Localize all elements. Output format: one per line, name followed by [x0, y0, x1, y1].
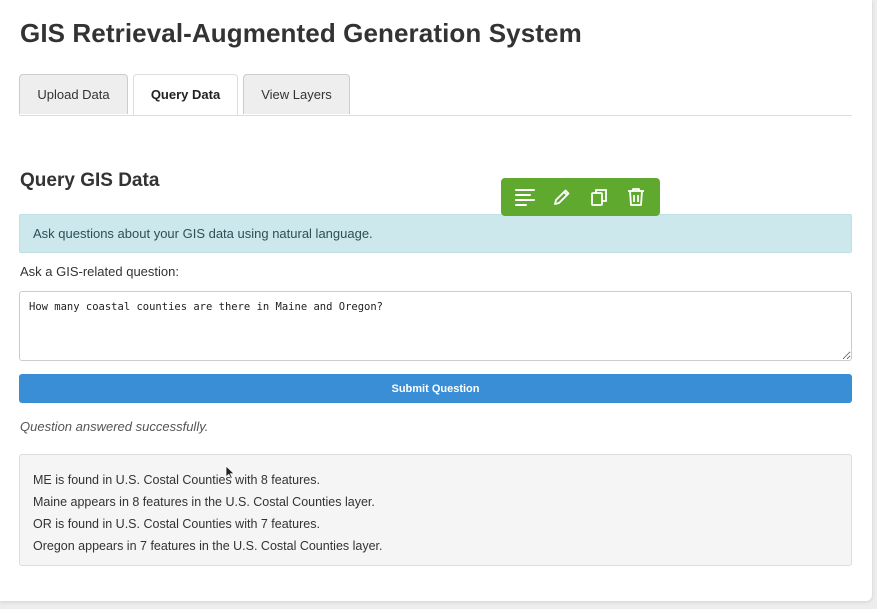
question-label: Ask a GIS-related question:: [20, 264, 179, 279]
app-page: GIS Retrieval-Augmented Generation Syste…: [0, 0, 872, 601]
status-message: Question answered successfully.: [20, 419, 209, 434]
answer-line: ME is found in U.S. Costal Counties with…: [33, 473, 320, 487]
tab-bar: Upload Data Query Data View Layers: [19, 74, 852, 116]
info-alert: Ask questions about your GIS data using …: [19, 214, 852, 253]
align-left-icon[interactable]: [511, 183, 539, 211]
section-title: Query GIS Data: [20, 170, 160, 191]
mouse-cursor-icon: [225, 465, 235, 480]
trash-icon[interactable]: [622, 183, 650, 211]
info-alert-text: Ask questions about your GIS data using …: [33, 226, 373, 241]
pencil-icon[interactable]: [548, 183, 576, 211]
answer-line: Oregon appears in 7 features in the U.S.…: [33, 539, 383, 553]
submit-question-button[interactable]: Submit Question: [19, 374, 852, 403]
answer-panel: ME is found in U.S. Costal Counties with…: [19, 454, 852, 566]
copy-icon[interactable]: [585, 183, 613, 211]
question-input[interactable]: [19, 291, 852, 361]
answer-line: Maine appears in 8 features in the U.S. …: [33, 495, 375, 509]
tab-upload-data[interactable]: Upload Data: [19, 74, 128, 114]
floating-toolbar: [501, 178, 660, 216]
tab-view-layers[interactable]: View Layers: [243, 74, 350, 114]
tab-query-data[interactable]: Query Data: [133, 74, 238, 115]
app-title: GIS Retrieval-Augmented Generation Syste…: [20, 18, 582, 48]
answer-line: OR is found in U.S. Costal Counties with…: [33, 517, 320, 531]
